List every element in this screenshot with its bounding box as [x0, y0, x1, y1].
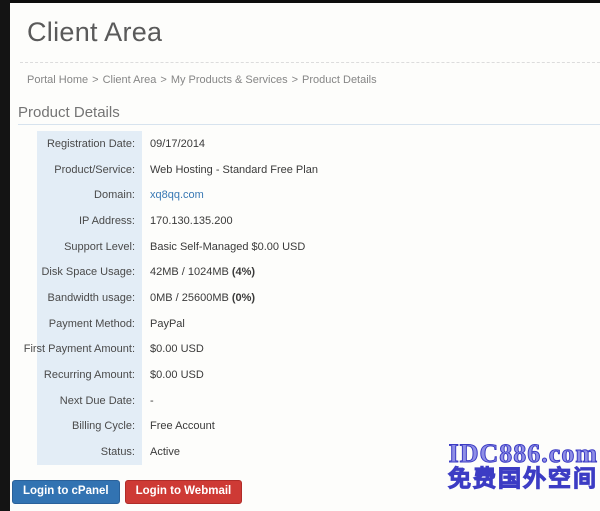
- row-label: IP Address:: [37, 208, 142, 234]
- row-value-text: $0.00 USD: [150, 369, 204, 381]
- table-row: First Payment Amount: $0.00 USD: [37, 337, 600, 363]
- row-label: Bandwidth usage:: [37, 285, 142, 311]
- row-value-text: 0MB / 25600MB: [150, 292, 229, 304]
- breadcrumb-separator: >: [160, 74, 166, 86]
- table-row: Registration Date: 09/17/2014: [37, 131, 600, 157]
- table-row: Next Due Date: -: [37, 388, 600, 414]
- row-value: Web Hosting - Standard Free Plan: [142, 157, 318, 183]
- breadcrumb-separator: >: [292, 74, 298, 86]
- row-label: Recurring Amount:: [37, 362, 142, 388]
- breadcrumb: Portal Home>Client Area>My Products & Se…: [27, 74, 377, 86]
- row-value: 0MB / 25600MB (0%): [142, 285, 255, 311]
- row-label: Domain:: [37, 182, 142, 208]
- table-row: Recurring Amount: $0.00 USD: [37, 362, 600, 388]
- table-row: Bandwidth usage: 0MB / 25600MB (0%): [37, 285, 600, 311]
- row-label: Payment Method:: [37, 311, 142, 337]
- table-row: Product/Service: Web Hosting - Standard …: [37, 157, 600, 183]
- row-value-text: Web Hosting - Standard Free Plan: [150, 164, 318, 176]
- login-to-webmail-button[interactable]: Login to Webmail: [125, 480, 243, 504]
- row-label: Support Level:: [37, 234, 142, 260]
- row-value-text: Basic Self-Managed $0.00 USD: [150, 241, 305, 253]
- row-value-text: -: [150, 395, 154, 407]
- row-value: PayPal: [142, 311, 185, 337]
- row-value: Free Account: [142, 414, 215, 440]
- top-edge-bar: [0, 0, 600, 3]
- row-value-text: $0.00 USD: [150, 343, 204, 355]
- domain-link[interactable]: xq8qq.com: [150, 189, 204, 201]
- action-buttons: Login to cPanel Login to Webmail: [12, 480, 242, 504]
- breadcrumb-item[interactable]: Portal Home: [27, 74, 88, 86]
- left-edge-bar: [0, 0, 10, 511]
- table-row: Payment Method: PayPal: [37, 311, 600, 337]
- breadcrumb-item[interactable]: Client Area: [103, 74, 157, 86]
- table-row: Status: Active: [37, 439, 600, 465]
- row-value-text: 170.130.135.200: [150, 215, 233, 227]
- row-value: 42MB / 1024MB (4%): [142, 259, 255, 285]
- row-label: First Payment Amount:: [37, 337, 142, 363]
- row-value-percentage: (4%): [232, 266, 255, 278]
- row-label: Billing Cycle:: [37, 414, 142, 440]
- breadcrumb-separator: >: [92, 74, 98, 86]
- row-value: 170.130.135.200: [142, 208, 233, 234]
- row-value-text: PayPal: [150, 318, 185, 330]
- row-value: xq8qq.com: [142, 182, 204, 208]
- row-label: Product/Service:: [37, 157, 142, 183]
- row-value: $0.00 USD: [142, 362, 204, 388]
- row-value-text: Active: [150, 446, 180, 458]
- row-value: Basic Self-Managed $0.00 USD: [142, 234, 305, 260]
- header-divider: [20, 62, 600, 63]
- row-label: Next Due Date:: [37, 388, 142, 414]
- section-divider: [18, 124, 600, 125]
- row-value: 09/17/2014: [142, 131, 205, 157]
- row-label: Registration Date:: [37, 131, 142, 157]
- login-to-cpanel-button[interactable]: Login to cPanel: [12, 480, 120, 504]
- table-row: IP Address: 170.130.135.200: [37, 208, 600, 234]
- section-title: Product Details: [18, 104, 120, 121]
- row-value-text: 42MB / 1024MB: [150, 266, 229, 278]
- watermark-tagline: 免费国外空间: [448, 467, 598, 491]
- row-value: -: [142, 388, 154, 414]
- table-row: Domain: xq8qq.com: [37, 182, 600, 208]
- row-value-text: Free Account: [150, 420, 215, 432]
- breadcrumb-item[interactable]: Product Details: [302, 74, 377, 86]
- row-value-text: 09/17/2014: [150, 138, 205, 150]
- row-label: Disk Space Usage:: [37, 259, 142, 285]
- row-value: $0.00 USD: [142, 337, 204, 363]
- breadcrumb-item[interactable]: My Products & Services: [171, 74, 288, 86]
- table-row: Billing Cycle: Free Account: [37, 414, 600, 440]
- product-details-table: Registration Date: 09/17/2014 Product/Se…: [37, 131, 600, 465]
- page-title: Client Area: [27, 17, 162, 48]
- table-row: Support Level: Basic Self-Managed $0.00 …: [37, 234, 600, 260]
- row-label: Status:: [37, 439, 142, 465]
- row-value-percentage: (0%): [232, 292, 255, 304]
- table-row: Disk Space Usage: 42MB / 1024MB (4%): [37, 259, 600, 285]
- row-value: Active: [142, 439, 180, 465]
